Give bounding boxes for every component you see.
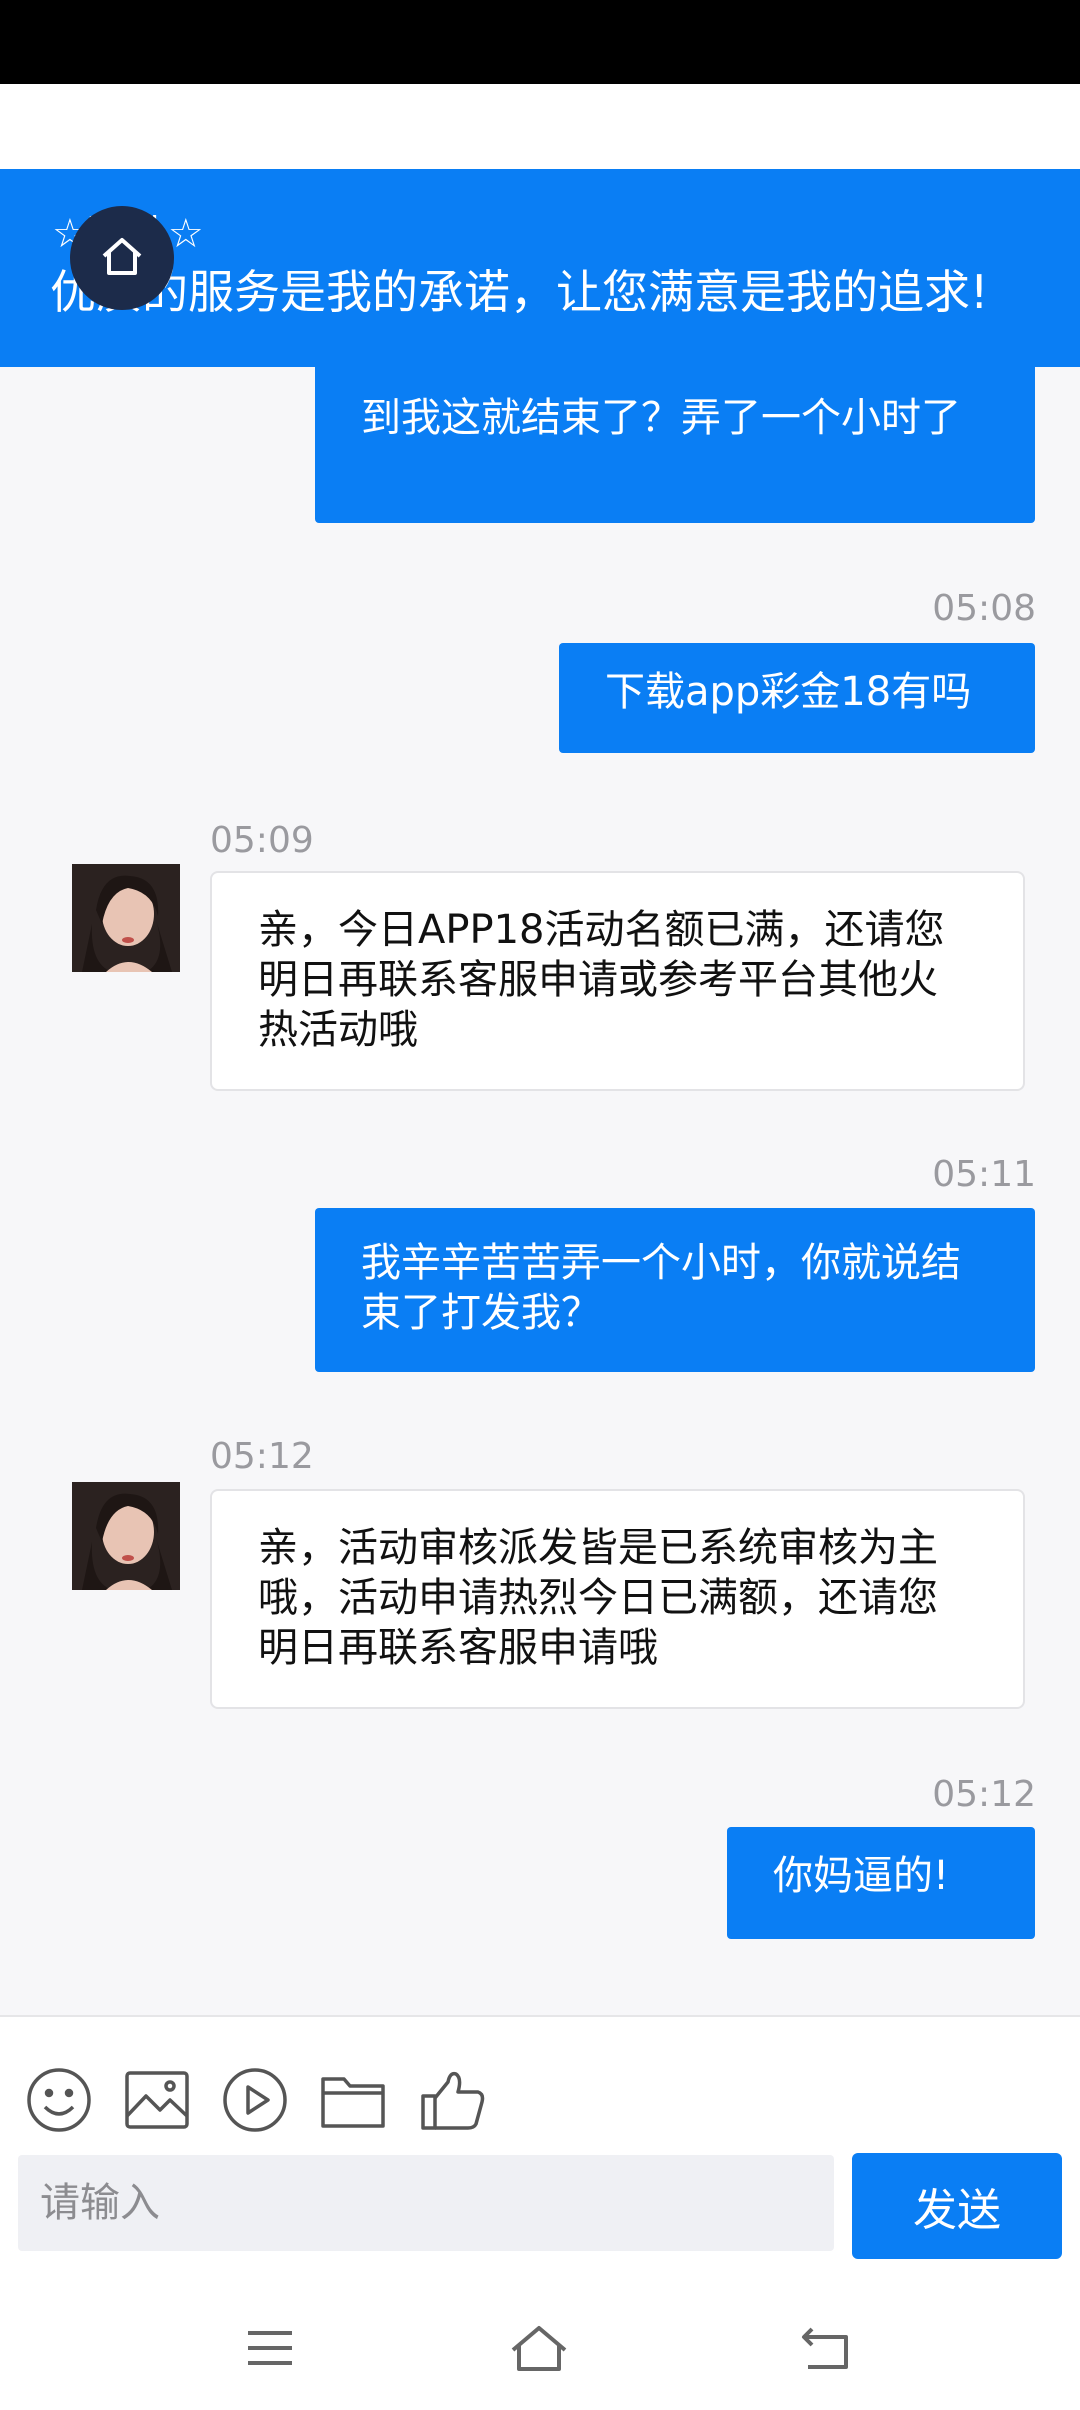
message-bubble-outgoing[interactable]: 我辛辛苦苦弄一个小时，你就说结束了打发我？	[315, 1208, 1035, 1372]
send-button[interactable]: 发送	[852, 2153, 1062, 2259]
back-button[interactable]	[796, 2320, 856, 2380]
like-button[interactable]	[418, 2067, 488, 2137]
message-bubble-outgoing[interactable]: 到我这就结束了？弄了一个小时了	[315, 367, 1035, 523]
message-timestamp: 05:12	[210, 1436, 314, 1477]
message-list[interactable]: 到我这就结束了？弄了一个小时了 05:08 下载app彩金18有吗 05:09 …	[0, 367, 1080, 2015]
image-icon	[124, 2070, 190, 2134]
video-button[interactable]	[220, 2067, 290, 2137]
message-input[interactable]	[18, 2155, 834, 2251]
message-timestamp: 05:08	[932, 588, 1036, 629]
message-timestamp: 05:11	[932, 1154, 1036, 1195]
message-bubble-outgoing[interactable]: 你妈逼的!	[727, 1827, 1035, 1939]
agent-avatar	[72, 1482, 180, 1590]
message-bubble-incoming[interactable]: 亲，活动审核派发皆是已系统审核为主哦，活动申请热烈今日已满额，还请您明日再联系客…	[210, 1489, 1025, 1709]
nav-home-button[interactable]	[509, 2320, 569, 2380]
system-nav-bar	[0, 2292, 1080, 2410]
status-bar	[0, 0, 1080, 84]
menu-button[interactable]	[240, 2320, 300, 2380]
emoji-button[interactable]	[24, 2067, 94, 2137]
home-icon	[510, 2324, 568, 2376]
home-icon	[98, 232, 146, 284]
message-timestamp: 05:12	[932, 1774, 1036, 1815]
message-bubble-outgoing[interactable]: 下载app彩金18有吗	[559, 643, 1035, 753]
top-spacer	[0, 84, 1080, 169]
folder-icon	[320, 2071, 386, 2133]
emoji-icon	[26, 2067, 92, 2137]
menu-icon	[246, 2328, 294, 2372]
image-button[interactable]	[122, 2067, 192, 2137]
message-timestamp: 05:09	[210, 820, 314, 861]
home-button[interactable]	[70, 206, 174, 310]
message-composer: 发送	[0, 2015, 1080, 2410]
agent-avatar	[72, 864, 180, 972]
thumbs-up-icon	[420, 2068, 486, 2136]
file-button[interactable]	[318, 2067, 388, 2137]
video-icon	[222, 2067, 288, 2137]
back-icon	[800, 2325, 852, 2375]
message-bubble-incoming[interactable]: 亲，今日APP18活动名额已满，还请您明日再联系客服申请或参考平台其他火热活动哦	[210, 871, 1025, 1091]
header-slogan: 优质的服务是我的承诺，让您满意是我的追求!	[50, 265, 989, 319]
